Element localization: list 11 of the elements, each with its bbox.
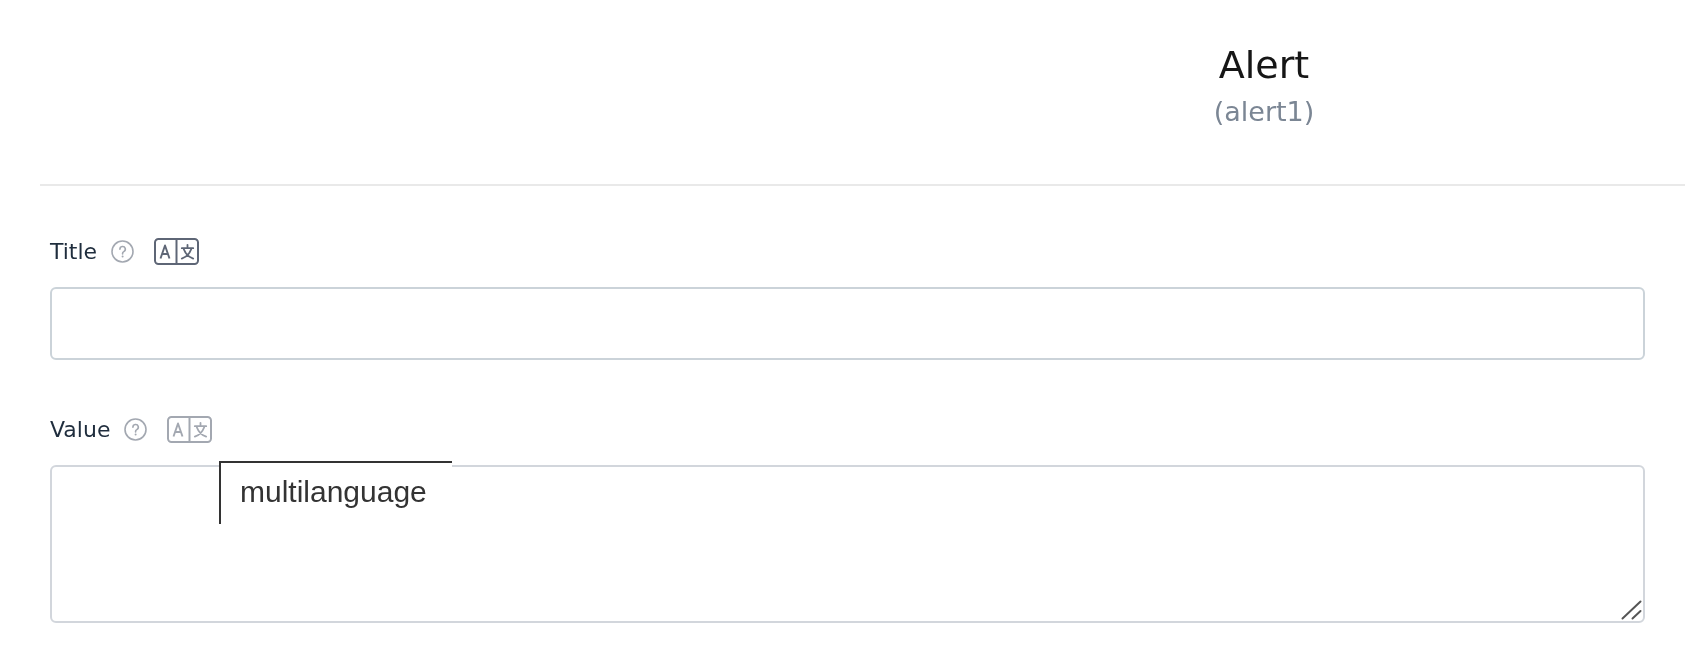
translate-icon[interactable]	[154, 238, 200, 265]
resize-handle-icon[interactable]	[1621, 600, 1643, 620]
tooltip: multilanguage	[219, 461, 452, 524]
title-input[interactable]	[50, 287, 1645, 360]
field-label: Value	[50, 418, 111, 441]
page-title: Alert	[1218, 46, 1310, 84]
field-label: Title	[50, 240, 98, 263]
page-subtitle: (alert1)	[1213, 98, 1315, 125]
help-icon[interactable]	[124, 418, 148, 441]
translate-icon[interactable]	[167, 416, 213, 443]
help-icon[interactable]	[111, 240, 135, 263]
